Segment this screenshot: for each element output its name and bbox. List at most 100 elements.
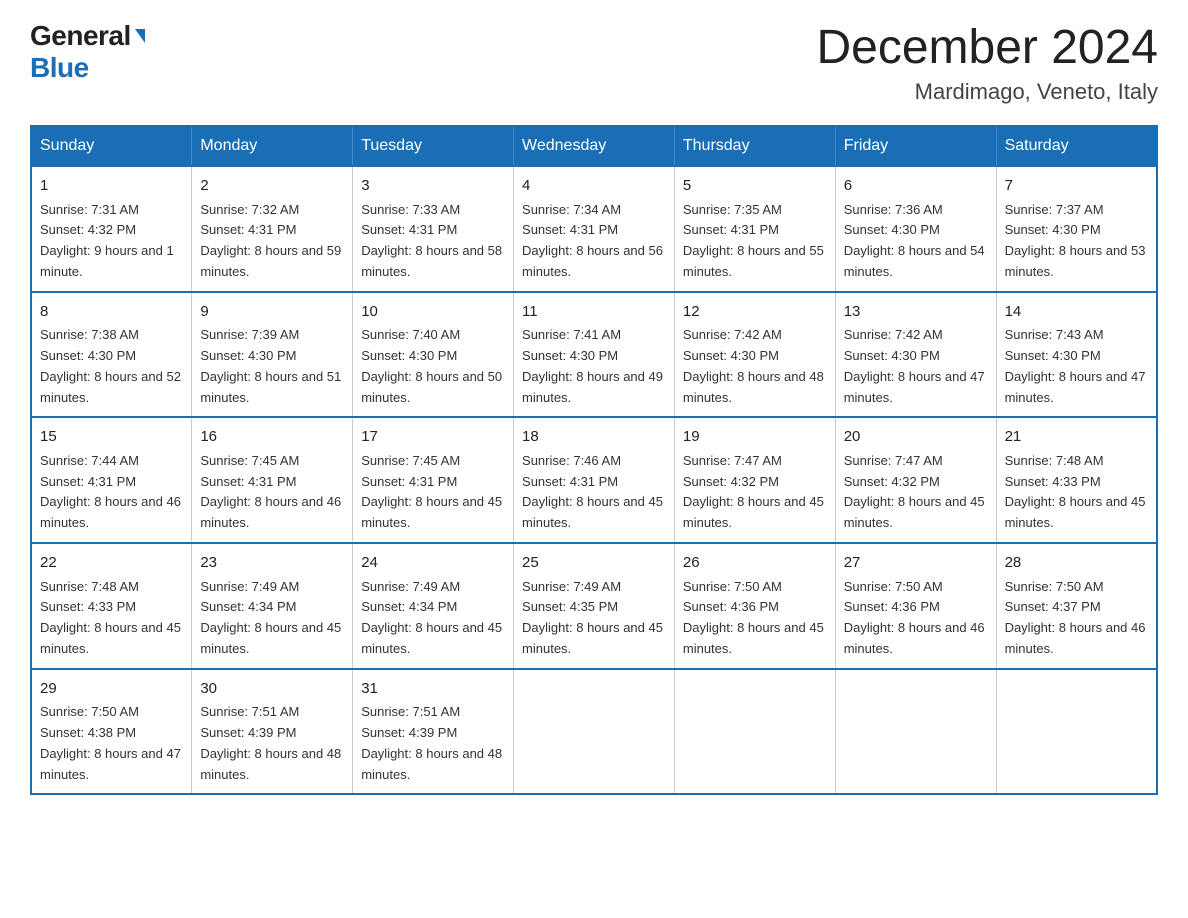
day-number: 19 [683, 426, 827, 449]
day-number: 6 [844, 175, 988, 198]
column-header-saturday: Saturday [996, 126, 1157, 166]
calendar-cell: 15 Sunrise: 7:44 AMSunset: 4:31 PMDaylig… [31, 417, 192, 543]
day-info: Sunrise: 7:31 AMSunset: 4:32 PMDaylight:… [40, 202, 174, 279]
day-number: 4 [522, 175, 666, 198]
calendar-cell: 12 Sunrise: 7:42 AMSunset: 4:30 PMDaylig… [674, 292, 835, 418]
day-info: Sunrise: 7:36 AMSunset: 4:30 PMDaylight:… [844, 202, 985, 279]
calendar-table: SundayMondayTuesdayWednesdayThursdayFrid… [30, 125, 1158, 795]
logo-arrow-icon [135, 29, 145, 43]
day-info: Sunrise: 7:51 AMSunset: 4:39 PMDaylight:… [361, 704, 502, 781]
calendar-cell [514, 669, 675, 795]
calendar-cell: 24 Sunrise: 7:49 AMSunset: 4:34 PMDaylig… [353, 543, 514, 669]
day-number: 23 [200, 552, 344, 575]
day-number: 28 [1005, 552, 1148, 575]
calendar-cell: 4 Sunrise: 7:34 AMSunset: 4:31 PMDayligh… [514, 166, 675, 292]
day-info: Sunrise: 7:44 AMSunset: 4:31 PMDaylight:… [40, 453, 181, 530]
calendar-cell: 3 Sunrise: 7:33 AMSunset: 4:31 PMDayligh… [353, 166, 514, 292]
day-number: 2 [200, 175, 344, 198]
day-info: Sunrise: 7:50 AMSunset: 4:38 PMDaylight:… [40, 704, 181, 781]
calendar-header-row: SundayMondayTuesdayWednesdayThursdayFrid… [31, 126, 1157, 166]
column-header-tuesday: Tuesday [353, 126, 514, 166]
day-number: 25 [522, 552, 666, 575]
calendar-cell [996, 669, 1157, 795]
calendar-cell [674, 669, 835, 795]
calendar-cell: 17 Sunrise: 7:45 AMSunset: 4:31 PMDaylig… [353, 417, 514, 543]
calendar-cell: 29 Sunrise: 7:50 AMSunset: 4:38 PMDaylig… [31, 669, 192, 795]
day-info: Sunrise: 7:39 AMSunset: 4:30 PMDaylight:… [200, 327, 341, 404]
day-number: 13 [844, 301, 988, 324]
logo: General Blue [30, 20, 145, 84]
column-header-monday: Monday [192, 126, 353, 166]
calendar-cell: 8 Sunrise: 7:38 AMSunset: 4:30 PMDayligh… [31, 292, 192, 418]
day-info: Sunrise: 7:48 AMSunset: 4:33 PMDaylight:… [1005, 453, 1146, 530]
day-number: 24 [361, 552, 505, 575]
calendar-cell: 2 Sunrise: 7:32 AMSunset: 4:31 PMDayligh… [192, 166, 353, 292]
day-info: Sunrise: 7:45 AMSunset: 4:31 PMDaylight:… [361, 453, 502, 530]
calendar-title: December 2024 [816, 20, 1158, 75]
day-number: 31 [361, 678, 505, 701]
title-block: December 2024 Mardimago, Veneto, Italy [816, 20, 1158, 105]
day-info: Sunrise: 7:32 AMSunset: 4:31 PMDaylight:… [200, 202, 341, 279]
calendar-cell: 11 Sunrise: 7:41 AMSunset: 4:30 PMDaylig… [514, 292, 675, 418]
calendar-cell: 31 Sunrise: 7:51 AMSunset: 4:39 PMDaylig… [353, 669, 514, 795]
day-number: 5 [683, 175, 827, 198]
calendar-week-row: 1 Sunrise: 7:31 AMSunset: 4:32 PMDayligh… [31, 166, 1157, 292]
logo-general-text: General [30, 20, 131, 52]
column-header-wednesday: Wednesday [514, 126, 675, 166]
calendar-cell: 28 Sunrise: 7:50 AMSunset: 4:37 PMDaylig… [996, 543, 1157, 669]
day-info: Sunrise: 7:34 AMSunset: 4:31 PMDaylight:… [522, 202, 663, 279]
day-info: Sunrise: 7:47 AMSunset: 4:32 PMDaylight:… [683, 453, 824, 530]
day-info: Sunrise: 7:37 AMSunset: 4:30 PMDaylight:… [1005, 202, 1146, 279]
day-info: Sunrise: 7:48 AMSunset: 4:33 PMDaylight:… [40, 579, 181, 656]
day-number: 7 [1005, 175, 1148, 198]
calendar-cell: 26 Sunrise: 7:50 AMSunset: 4:36 PMDaylig… [674, 543, 835, 669]
page-header: General Blue December 2024 Mardimago, Ve… [30, 20, 1158, 105]
calendar-cell: 18 Sunrise: 7:46 AMSunset: 4:31 PMDaylig… [514, 417, 675, 543]
day-info: Sunrise: 7:43 AMSunset: 4:30 PMDaylight:… [1005, 327, 1146, 404]
day-info: Sunrise: 7:50 AMSunset: 4:36 PMDaylight:… [683, 579, 824, 656]
day-info: Sunrise: 7:50 AMSunset: 4:36 PMDaylight:… [844, 579, 985, 656]
calendar-week-row: 22 Sunrise: 7:48 AMSunset: 4:33 PMDaylig… [31, 543, 1157, 669]
day-info: Sunrise: 7:51 AMSunset: 4:39 PMDaylight:… [200, 704, 341, 781]
day-info: Sunrise: 7:41 AMSunset: 4:30 PMDaylight:… [522, 327, 663, 404]
day-info: Sunrise: 7:50 AMSunset: 4:37 PMDaylight:… [1005, 579, 1146, 656]
calendar-cell [835, 669, 996, 795]
calendar-cell: 9 Sunrise: 7:39 AMSunset: 4:30 PMDayligh… [192, 292, 353, 418]
day-number: 12 [683, 301, 827, 324]
calendar-week-row: 15 Sunrise: 7:44 AMSunset: 4:31 PMDaylig… [31, 417, 1157, 543]
calendar-cell: 14 Sunrise: 7:43 AMSunset: 4:30 PMDaylig… [996, 292, 1157, 418]
day-number: 8 [40, 301, 183, 324]
day-number: 18 [522, 426, 666, 449]
calendar-cell: 27 Sunrise: 7:50 AMSunset: 4:36 PMDaylig… [835, 543, 996, 669]
day-info: Sunrise: 7:40 AMSunset: 4:30 PMDaylight:… [361, 327, 502, 404]
calendar-cell: 16 Sunrise: 7:45 AMSunset: 4:31 PMDaylig… [192, 417, 353, 543]
calendar-cell: 22 Sunrise: 7:48 AMSunset: 4:33 PMDaylig… [31, 543, 192, 669]
column-header-friday: Friday [835, 126, 996, 166]
calendar-cell: 10 Sunrise: 7:40 AMSunset: 4:30 PMDaylig… [353, 292, 514, 418]
day-number: 30 [200, 678, 344, 701]
day-info: Sunrise: 7:49 AMSunset: 4:34 PMDaylight:… [361, 579, 502, 656]
calendar-cell: 21 Sunrise: 7:48 AMSunset: 4:33 PMDaylig… [996, 417, 1157, 543]
day-number: 1 [40, 175, 183, 198]
day-number: 17 [361, 426, 505, 449]
calendar-cell: 6 Sunrise: 7:36 AMSunset: 4:30 PMDayligh… [835, 166, 996, 292]
day-number: 27 [844, 552, 988, 575]
day-number: 3 [361, 175, 505, 198]
calendar-cell: 25 Sunrise: 7:49 AMSunset: 4:35 PMDaylig… [514, 543, 675, 669]
day-number: 10 [361, 301, 505, 324]
calendar-subtitle: Mardimago, Veneto, Italy [816, 79, 1158, 105]
calendar-week-row: 29 Sunrise: 7:50 AMSunset: 4:38 PMDaylig… [31, 669, 1157, 795]
day-info: Sunrise: 7:49 AMSunset: 4:34 PMDaylight:… [200, 579, 341, 656]
day-number: 20 [844, 426, 988, 449]
day-info: Sunrise: 7:33 AMSunset: 4:31 PMDaylight:… [361, 202, 502, 279]
day-number: 9 [200, 301, 344, 324]
column-header-sunday: Sunday [31, 126, 192, 166]
calendar-cell: 23 Sunrise: 7:49 AMSunset: 4:34 PMDaylig… [192, 543, 353, 669]
day-info: Sunrise: 7:42 AMSunset: 4:30 PMDaylight:… [683, 327, 824, 404]
day-number: 21 [1005, 426, 1148, 449]
calendar-cell: 5 Sunrise: 7:35 AMSunset: 4:31 PMDayligh… [674, 166, 835, 292]
calendar-cell: 7 Sunrise: 7:37 AMSunset: 4:30 PMDayligh… [996, 166, 1157, 292]
day-info: Sunrise: 7:38 AMSunset: 4:30 PMDaylight:… [40, 327, 181, 404]
day-number: 22 [40, 552, 183, 575]
calendar-cell: 19 Sunrise: 7:47 AMSunset: 4:32 PMDaylig… [674, 417, 835, 543]
